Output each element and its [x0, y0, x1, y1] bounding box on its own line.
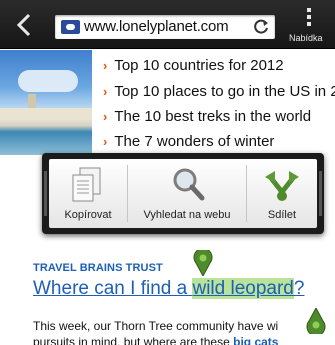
magnifier-search-icon	[173, 168, 205, 201]
overflow-menu-icon	[307, 8, 311, 29]
list-item[interactable]: › The 7 wonders of winter	[103, 133, 274, 150]
share-label: Sdílet	[267, 209, 297, 221]
web-search-button[interactable]: Vyhledat na webu	[128, 159, 246, 228]
bullet-arrow-icon: ›	[103, 84, 108, 99]
bullet-arrow-icon: ›	[103, 109, 108, 124]
list-item[interactable]: › The 10 best treks in the world	[103, 108, 311, 125]
article-excerpt: This week, our Thorn Tree community have…	[33, 318, 278, 345]
chevron-left-icon	[16, 13, 31, 37]
popup-left-grip	[44, 171, 47, 216]
popup-right-grip	[319, 171, 322, 216]
lonelyplanet-favicon-icon	[61, 20, 80, 34]
article-image[interactable]	[0, 50, 92, 155]
list-item[interactable]: › Top 10 places to go in the US in 20	[103, 83, 335, 100]
copy-label: Kopírovat	[64, 209, 112, 221]
bullet-arrow-icon: ›	[103, 134, 108, 149]
back-button[interactable]	[12, 11, 38, 39]
url-text: www.lonelyplanet.com	[84, 18, 229, 35]
bullet-arrow-icon: ›	[103, 58, 108, 73]
share-button[interactable]: Sdílet	[247, 159, 317, 228]
copy-button[interactable]: Kopírovat	[49, 159, 127, 228]
web-search-label: Vyhledat na webu	[143, 209, 231, 221]
reload-icon	[254, 19, 268, 34]
menu-button[interactable]: Nabídka	[285, 0, 335, 49]
reload-button[interactable]	[252, 18, 270, 36]
browser-toolbar: www.lonelyplanet.com Nabídka	[0, 0, 335, 49]
article-headline-link[interactable]: Where can I find a wild leopard?	[33, 278, 304, 300]
big-cats-link[interactable]: big cats	[233, 335, 278, 345]
share-icon	[265, 171, 299, 201]
list-item[interactable]: › Top 10 countries for 2012	[103, 57, 284, 74]
url-field[interactable]: www.lonelyplanet.com	[55, 15, 275, 39]
menu-label: Nabídka	[289, 33, 323, 43]
selection-start-handle[interactable]	[193, 250, 213, 276]
selection-end-handle[interactable]	[306, 308, 326, 334]
text-selection-popup: Kopírovat Vyhledat na webu Sdílet	[42, 153, 324, 234]
copy-icon	[72, 167, 101, 202]
selected-text: wild leopard	[192, 278, 294, 299]
section-label: TRAVEL BRAINS TRUST	[33, 262, 163, 274]
